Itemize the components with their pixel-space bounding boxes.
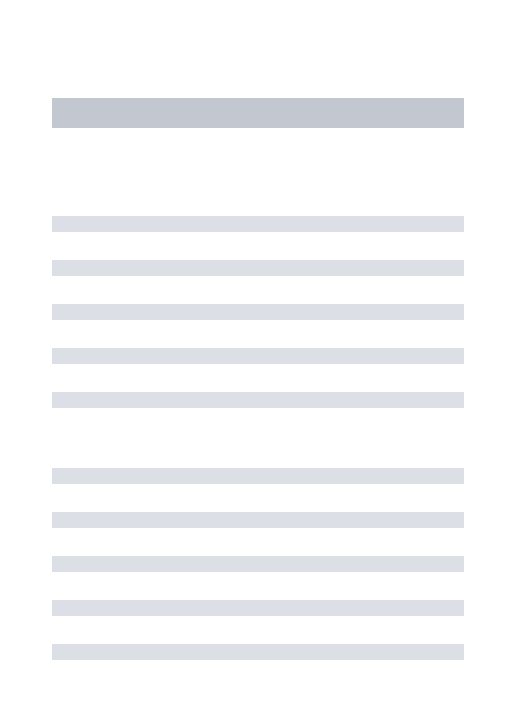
skeleton-line	[52, 392, 464, 408]
skeleton-placeholder	[0, 0, 516, 660]
skeleton-line	[52, 216, 464, 232]
skeleton-line	[52, 512, 464, 528]
skeleton-line	[52, 468, 464, 484]
skeleton-line	[52, 644, 464, 660]
skeleton-line	[52, 348, 464, 364]
skeleton-line	[52, 600, 464, 616]
skeleton-gap	[52, 436, 464, 468]
skeleton-line	[52, 260, 464, 276]
skeleton-line	[52, 304, 464, 320]
skeleton-header-bar	[52, 98, 464, 128]
skeleton-line	[52, 556, 464, 572]
